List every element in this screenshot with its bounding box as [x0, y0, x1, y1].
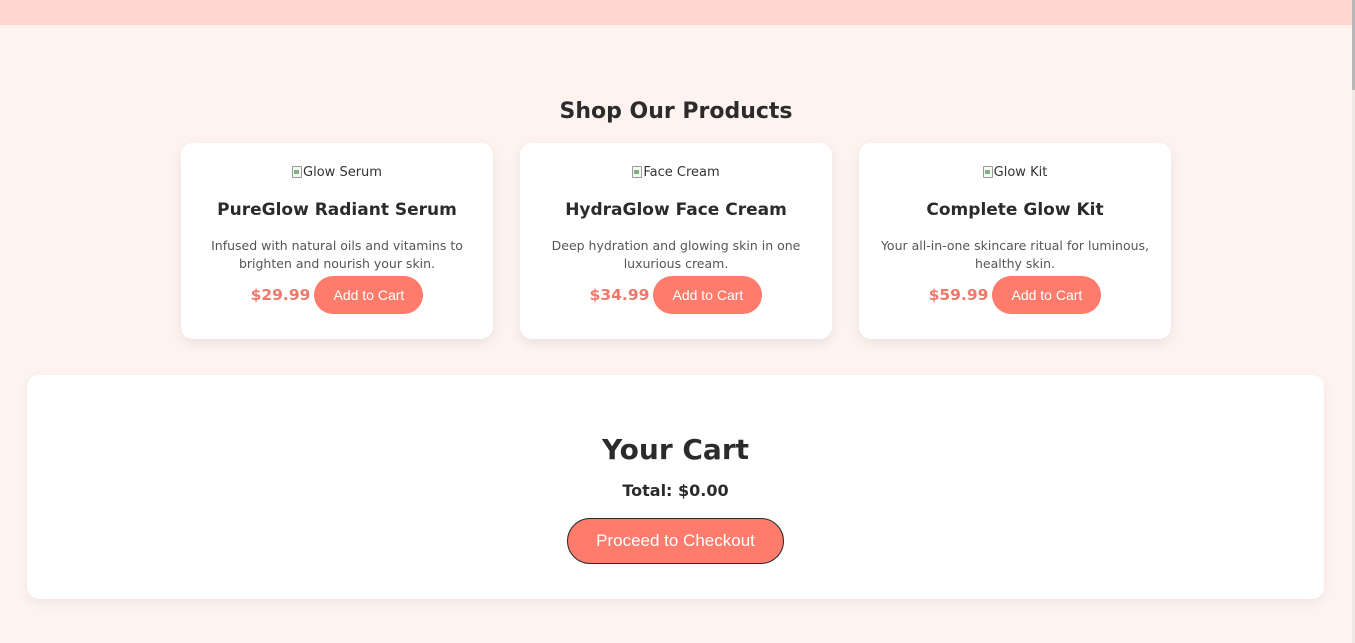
section-title: Shop Our Products	[559, 99, 793, 124]
product-image-alt: Glow Serum	[303, 164, 382, 180]
product-price: $29.99	[250, 286, 311, 304]
broken-image-icon	[292, 166, 303, 178]
product-image-alt: Face Cream	[643, 164, 720, 180]
product-image-alt: Glow Kit	[993, 164, 1048, 180]
product-footer: $29.99 Add to Cart	[181, 276, 493, 314]
product-cards: Glow Serum PureGlow Radiant Serum Infuse…	[181, 143, 1171, 339]
product-price: $59.99	[928, 286, 989, 304]
cart-total-label: Total:	[622, 481, 673, 500]
product-price: $34.99	[589, 286, 650, 304]
product-card: Face Cream HydraGlow Face Cream Deep hyd…	[520, 143, 832, 339]
broken-image-icon	[982, 166, 993, 178]
cart-panel: Your Cart Total: $0.00 Proceed to Checko…	[27, 375, 1324, 599]
product-description: Deep hydration and glowing skin in one l…	[551, 238, 801, 271]
add-to-cart-button[interactable]: Add to Cart	[314, 276, 424, 314]
product-image: Face Cream	[632, 163, 720, 181]
product-name: Complete Glow Kit	[926, 200, 1104, 220]
product-card: Glow Serum PureGlow Radiant Serum Infuse…	[181, 143, 493, 339]
broken-image-icon	[632, 166, 643, 178]
cart-total-value: $0.00	[678, 481, 729, 500]
product-image: Glow Kit	[982, 163, 1048, 181]
product-description: Infused with natural oils and vitamins t…	[211, 238, 463, 271]
product-card: Glow Kit Complete Glow Kit Your all-in-o…	[859, 143, 1171, 339]
products-section: Shop Our Products Glow Serum PureGlow Ra…	[0, 96, 1352, 339]
cart-title: Your Cart	[601, 433, 750, 466]
cart-total: Total: $0.00	[27, 480, 1324, 502]
product-footer: $34.99 Add to Cart	[520, 276, 832, 314]
top-banner	[0, 0, 1352, 25]
product-name: PureGlow Radiant Serum	[217, 200, 457, 220]
product-footer: $59.99 Add to Cart	[859, 276, 1171, 314]
add-to-cart-button[interactable]: Add to Cart	[653, 276, 763, 314]
add-to-cart-button[interactable]: Add to Cart	[992, 276, 1102, 314]
product-description: Your all-in-one skincare ritual for lumi…	[880, 238, 1150, 271]
checkout-button[interactable]: Proceed to Checkout	[567, 518, 784, 564]
product-name: HydraGlow Face Cream	[565, 200, 787, 220]
product-image: Glow Serum	[292, 163, 382, 181]
